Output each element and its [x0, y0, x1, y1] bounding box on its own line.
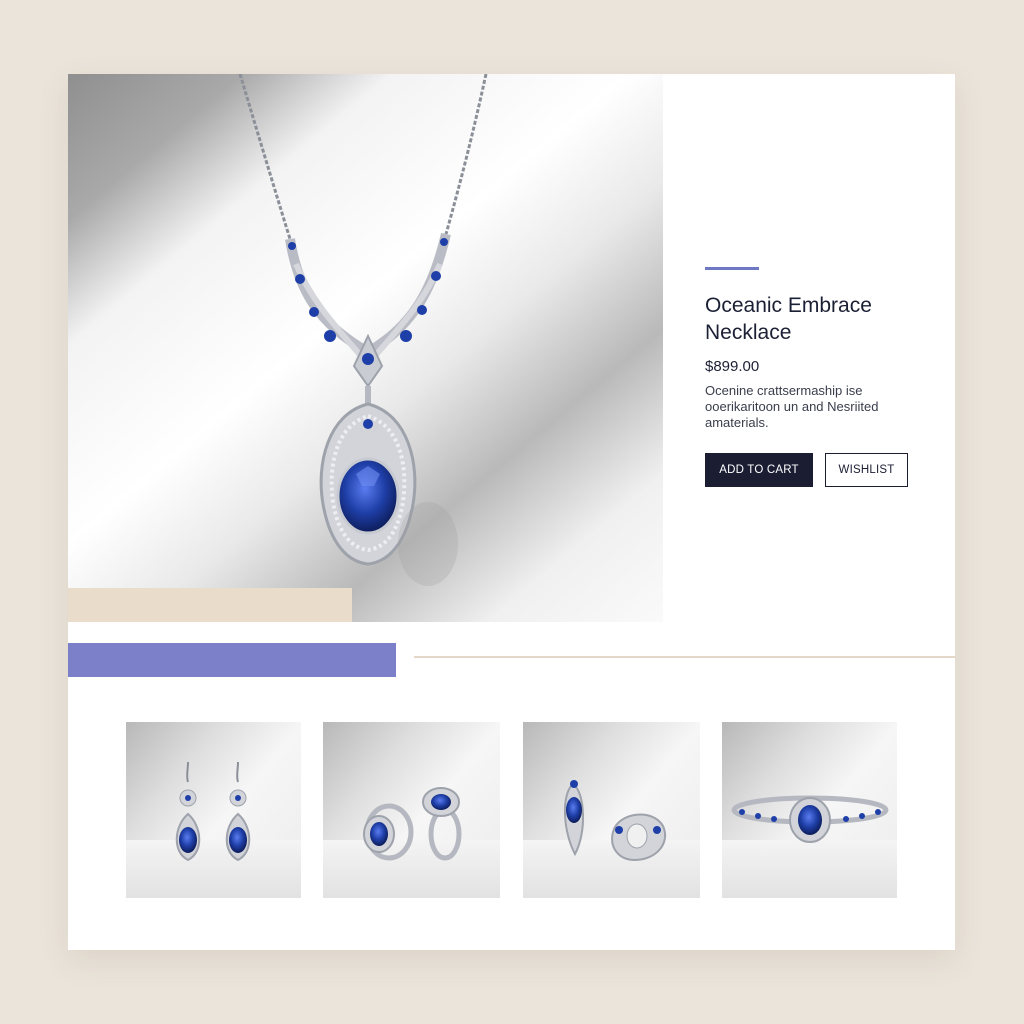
accent-line	[705, 267, 759, 270]
decorative-violet-band	[68, 643, 396, 677]
thumbnail-open-rings[interactable]	[523, 722, 700, 898]
earrings-illustration	[175, 761, 251, 862]
open-rings-illustration	[563, 780, 666, 862]
product-info: Oceanic Embrace Necklace $899.00 Ocenine…	[705, 267, 925, 487]
band-ring-illustration	[731, 795, 889, 843]
product-title: Oceanic Embrace Necklace	[705, 294, 872, 344]
necklace-illustration	[238, 74, 488, 586]
hero-image-necklace	[68, 74, 663, 622]
thumbnail-band-ring[interactable]	[722, 722, 897, 898]
wishlist-button[interactable]: WISHLIST	[825, 453, 908, 487]
halo-rings-illustration	[363, 787, 462, 861]
product-description: Ocenine crattsermaship ise ooerikaritoon…	[705, 383, 879, 430]
product-card: Oceanic Embrace Necklace $899.00 Ocenine…	[68, 74, 955, 950]
decorative-beige-block	[68, 588, 352, 622]
add-to-cart-button[interactable]: ADD TO CART	[705, 453, 813, 487]
thumbnail-earrings[interactable]	[126, 722, 301, 898]
thumbnail-halo-rings[interactable]	[323, 722, 500, 898]
action-buttons: ADD TO CART WISHLIST	[705, 453, 925, 487]
product-price: $899.00	[705, 358, 760, 375]
divider-line	[414, 656, 955, 658]
